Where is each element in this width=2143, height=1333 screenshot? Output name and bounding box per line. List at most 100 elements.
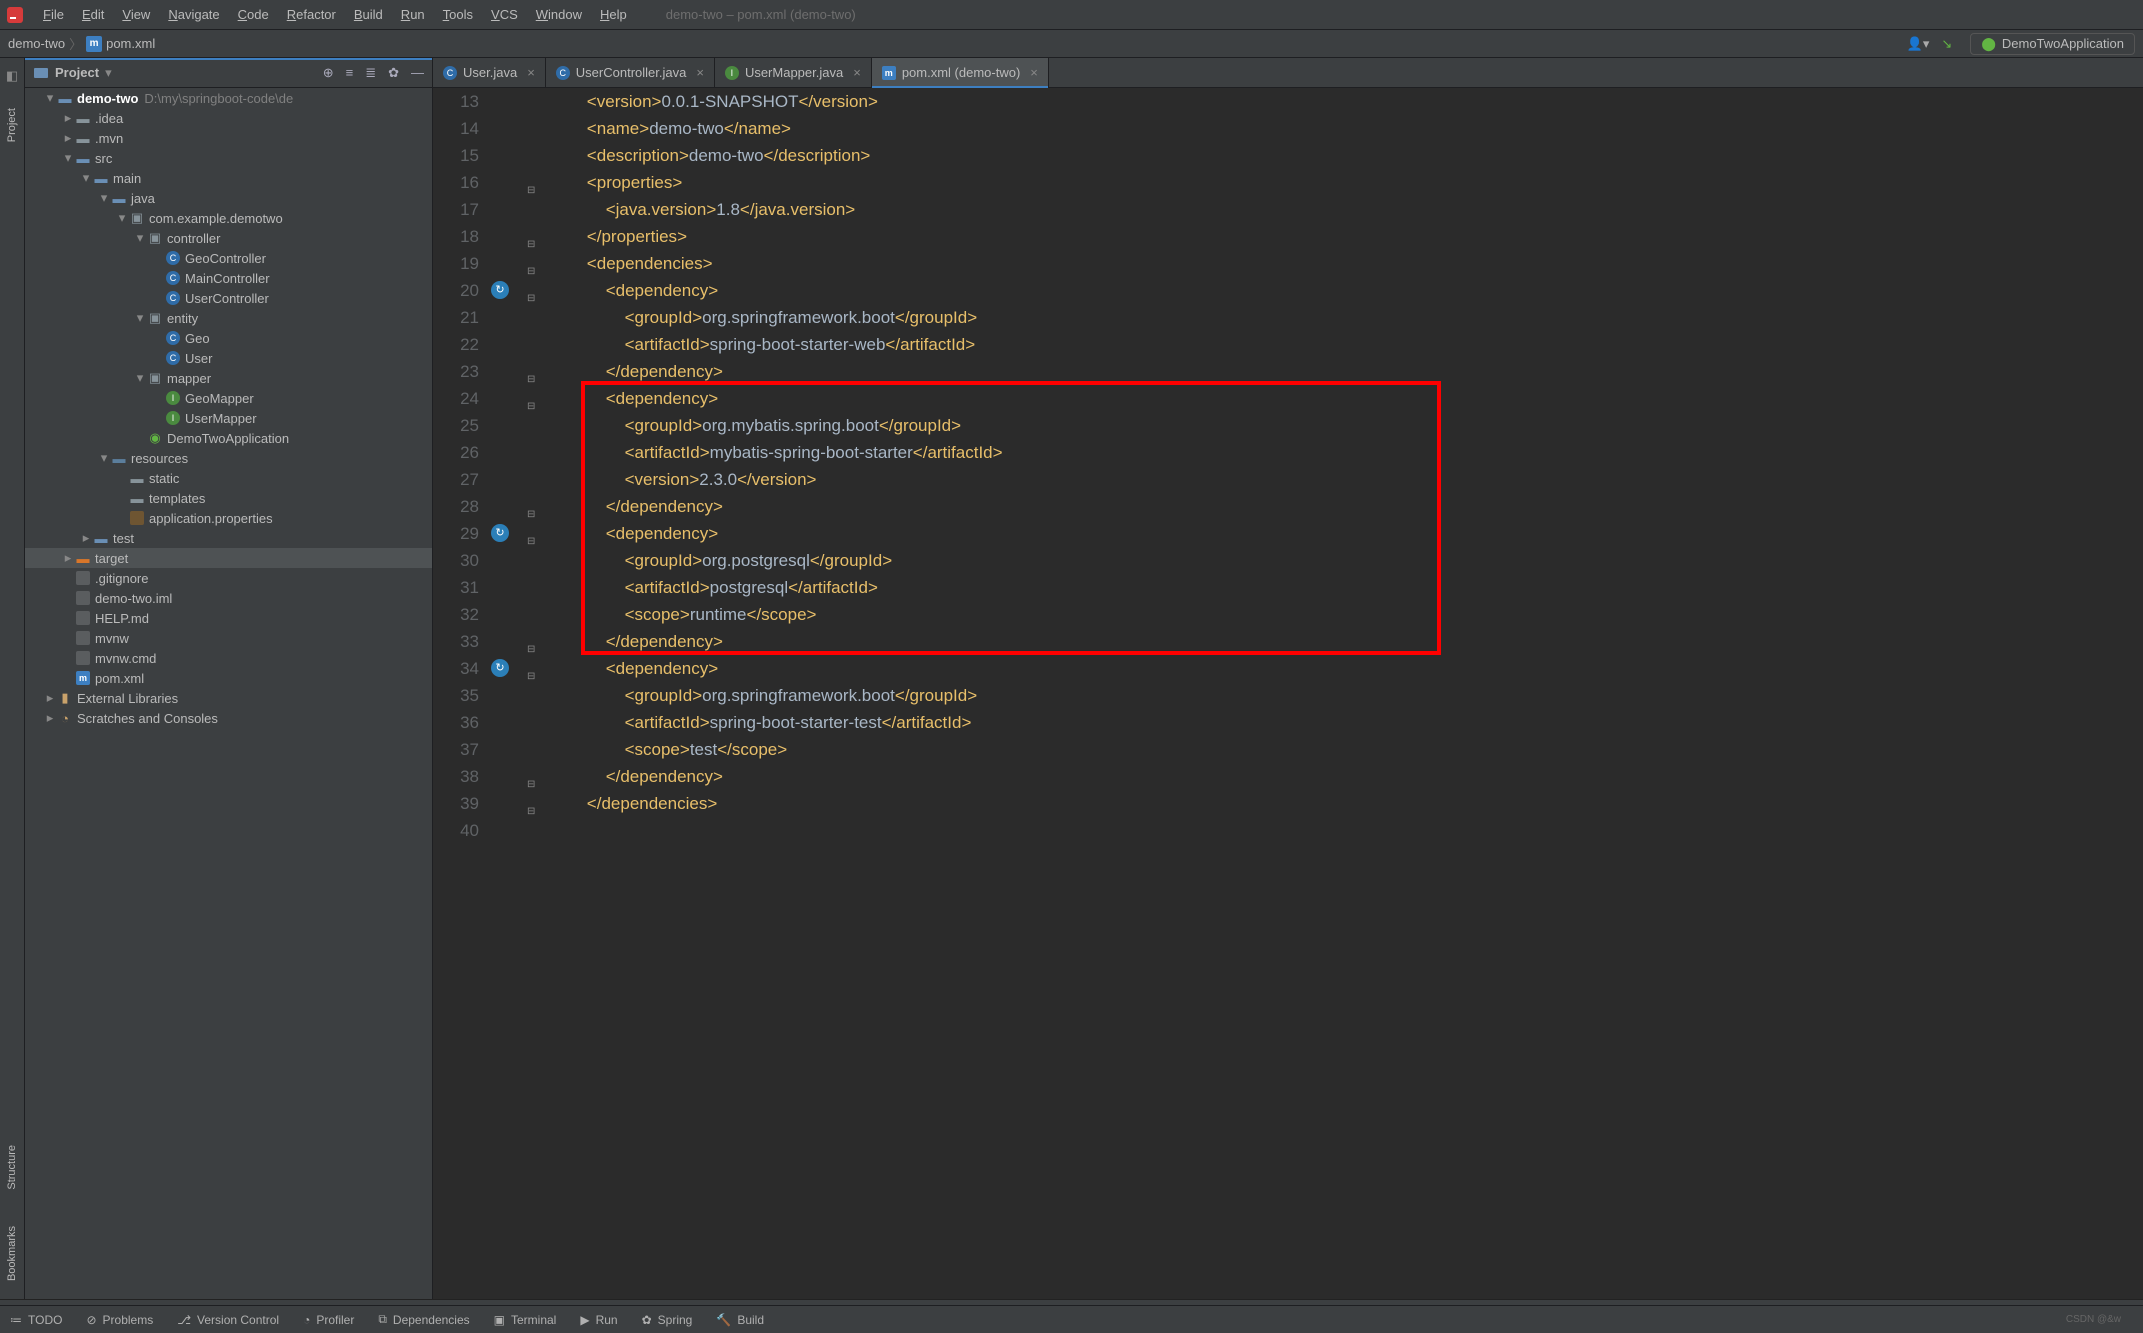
menu-view[interactable]: View <box>113 7 159 22</box>
tree-item[interactable]: ▸▬.mvn <box>25 128 432 148</box>
editor-tab[interactable]: mpom.xml (demo-two)× <box>872 58 1049 88</box>
tree-item[interactable]: CGeoController <box>25 248 432 268</box>
tree-item[interactable]: ▬static <box>25 468 432 488</box>
fold-toggle-icon[interactable]: ⊟ <box>527 798 535 825</box>
statusbar-spring[interactable]: ✿Spring <box>642 1313 693 1327</box>
tree-item[interactable]: CMainController <box>25 268 432 288</box>
statusbar-version-control[interactable]: ⎇Version Control <box>177 1313 279 1327</box>
tree-item[interactable]: CGeo <box>25 328 432 348</box>
tree-item[interactable]: ▸◔Scratches and Consoles <box>25 708 432 728</box>
fold-toggle-icon[interactable]: ⊟ <box>527 231 535 258</box>
code-line[interactable] <box>549 817 2143 844</box>
code-editor[interactable]: 1314151617181920212223242526272829303132… <box>433 88 2143 1299</box>
fold-toggle-icon[interactable]: ⊟ <box>527 285 535 312</box>
tree-item[interactable]: demo-two.iml <box>25 588 432 608</box>
statusbar-todo[interactable]: ≔TODO <box>10 1313 62 1327</box>
run-marker-icon[interactable]: ↻ <box>491 524 509 542</box>
tree-item[interactable]: ▾▣controller <box>25 228 432 248</box>
editor-tab[interactable]: IUserMapper.java× <box>715 58 872 88</box>
editor-content[interactable]: <version>0.0.1-SNAPSHOT</version> <name>… <box>543 88 2143 1299</box>
run-config-selector[interactable]: ⬤ DemoTwoApplication <box>1970 33 2135 55</box>
tree-item[interactable]: mpom.xml <box>25 668 432 688</box>
tree-item[interactable]: ▾▬resources <box>25 448 432 468</box>
code-line[interactable]: </dependency> <box>549 358 2143 385</box>
sidetool-structure[interactable]: Structure <box>6 1145 18 1190</box>
breadcrumb-project[interactable]: demo-two <box>8 36 65 51</box>
menu-window[interactable]: Window <box>527 7 591 22</box>
fold-toggle-icon[interactable]: ⊟ <box>527 501 535 528</box>
code-line[interactable]: <groupId>org.springframework.boot</group… <box>549 304 2143 331</box>
menu-tools[interactable]: Tools <box>434 7 482 22</box>
tree-item[interactable]: ▸▬.idea <box>25 108 432 128</box>
fold-toggle-icon[interactable]: ⊟ <box>527 258 535 285</box>
menu-navigate[interactable]: Navigate <box>159 7 228 22</box>
project-title[interactable]: Project <box>55 65 99 80</box>
tree-item[interactable]: application.properties <box>25 508 432 528</box>
statusbar-build[interactable]: 🔨Build <box>716 1313 764 1327</box>
tree-item[interactable]: .gitignore <box>25 568 432 588</box>
project-strip-icon[interactable]: ◧ <box>6 68 18 84</box>
menu-refactor[interactable]: Refactor <box>278 7 345 22</box>
menu-help[interactable]: Help <box>591 7 636 22</box>
fold-toggle-icon[interactable]: ⊟ <box>527 663 535 690</box>
code-line[interactable]: </properties> <box>549 223 2143 250</box>
code-line[interactable]: </dependency> <box>549 493 2143 520</box>
locate-icon[interactable]: ⊕ <box>323 65 334 81</box>
code-line[interactable]: <version>2.3.0</version> <box>549 466 2143 493</box>
code-line[interactable]: <properties> <box>549 169 2143 196</box>
sidetool-bookmarks[interactable]: Bookmarks <box>6 1226 18 1281</box>
fold-toggle-icon[interactable]: ⊟ <box>527 177 535 204</box>
code-line[interactable]: <groupId>org.mybatis.spring.boot</groupI… <box>549 412 2143 439</box>
gear-icon[interactable]: ✿ <box>388 65 399 81</box>
tree-item[interactable]: ▾▬demo-twoD:\my\springboot-code\de <box>25 88 432 108</box>
code-line[interactable]: <scope>runtime</scope> <box>549 601 2143 628</box>
expand-icon[interactable]: ≡ <box>346 65 354 81</box>
user-icon[interactable]: 👤▾ <box>1907 36 1930 52</box>
build-hammer-icon[interactable]: ↘ <box>1941 36 1952 52</box>
code-line[interactable]: <version>0.0.1-SNAPSHOT</version> <box>549 88 2143 115</box>
tree-item[interactable]: ▾▣entity <box>25 308 432 328</box>
tree-item[interactable]: ▾▣com.example.demotwo <box>25 208 432 228</box>
sidetool-project[interactable]: Project <box>6 108 18 142</box>
tree-item[interactable]: CUserController <box>25 288 432 308</box>
editor-tab[interactable]: CUser.java× <box>433 58 546 88</box>
code-line[interactable]: </dependency> <box>549 628 2143 655</box>
code-line[interactable]: <dependency> <box>549 385 2143 412</box>
tree-item[interactable]: HELP.md <box>25 608 432 628</box>
code-line[interactable]: <artifactId>mybatis-spring-boot-starter<… <box>549 439 2143 466</box>
tree-item[interactable]: IGeoMapper <box>25 388 432 408</box>
code-line[interactable]: </dependency> <box>549 763 2143 790</box>
menu-file[interactable]: File <box>34 7 73 22</box>
tree-item[interactable]: ▬templates <box>25 488 432 508</box>
run-marker-icon[interactable]: ↻ <box>491 659 509 677</box>
tree-item[interactable]: ◉DemoTwoApplication <box>25 428 432 448</box>
tree-item[interactable]: ▸▬target <box>25 548 432 568</box>
tree-item[interactable]: ▾▬src <box>25 148 432 168</box>
menu-edit[interactable]: Edit <box>73 7 113 22</box>
menu-run[interactable]: Run <box>392 7 434 22</box>
close-icon[interactable]: × <box>696 65 704 80</box>
chevron-down-icon[interactable]: ▾ <box>105 65 112 81</box>
hide-icon[interactable]: — <box>411 65 424 81</box>
code-line[interactable]: <artifactId>spring-boot-starter-web</art… <box>549 331 2143 358</box>
close-icon[interactable]: × <box>853 65 861 80</box>
code-line[interactable]: <dependencies> <box>549 250 2143 277</box>
menu-build[interactable]: Build <box>345 7 392 22</box>
tree-item[interactable]: ▸▬test <box>25 528 432 548</box>
code-line[interactable]: <groupId>org.springframework.boot</group… <box>549 682 2143 709</box>
tree-item[interactable]: CUser <box>25 348 432 368</box>
tree-item[interactable]: ▾▣mapper <box>25 368 432 388</box>
code-line[interactable]: <scope>test</scope> <box>549 736 2143 763</box>
close-icon[interactable]: × <box>1030 65 1038 80</box>
statusbar-terminal[interactable]: ▣Terminal <box>494 1313 557 1327</box>
code-line[interactable]: <dependency> <box>549 277 2143 304</box>
fold-toggle-icon[interactable]: ⊟ <box>527 528 535 555</box>
fold-toggle-icon[interactable]: ⊟ <box>527 393 535 420</box>
tree-item[interactable]: mvnw.cmd <box>25 648 432 668</box>
code-line[interactable]: <dependency> <box>549 520 2143 547</box>
tree-item[interactable]: ▸▮External Libraries <box>25 688 432 708</box>
fold-toggle-icon[interactable]: ⊟ <box>527 771 535 798</box>
code-line[interactable]: <name>demo-two</name> <box>549 115 2143 142</box>
code-line[interactable]: <description>demo-two</description> <box>549 142 2143 169</box>
code-line[interactable]: <groupId>org.postgresql</groupId> <box>549 547 2143 574</box>
